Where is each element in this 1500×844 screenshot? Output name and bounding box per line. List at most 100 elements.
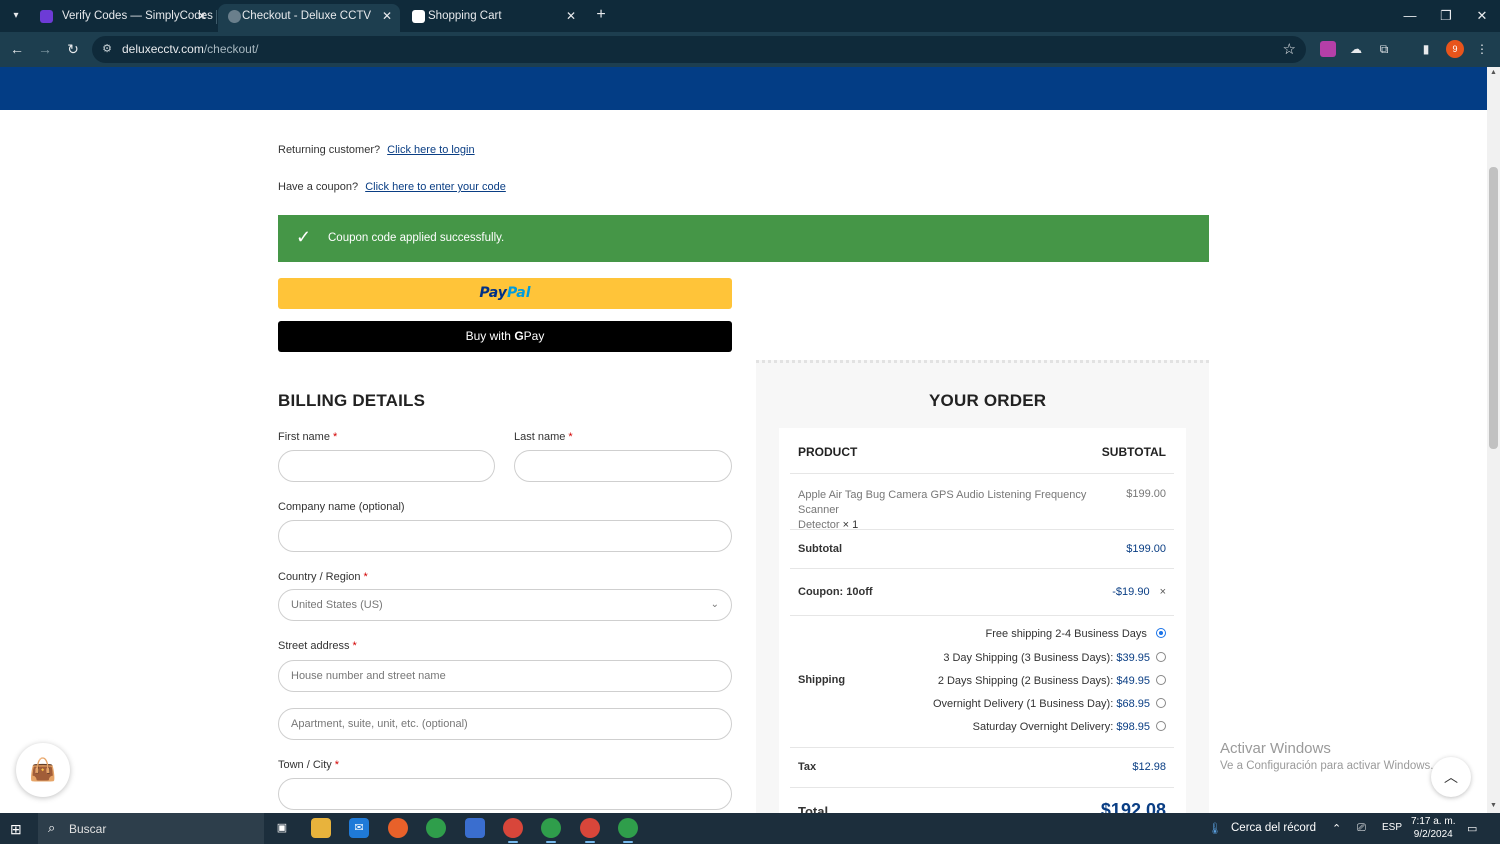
close-window-icon[interactable]: ✕ — [1472, 6, 1492, 26]
extensions-puzzle-icon[interactable]: ⧉ — [1376, 41, 1392, 57]
site-info-icon[interactable]: ⚙ — [100, 42, 114, 56]
close-tab-icon[interactable]: ✕ — [197, 4, 207, 28]
login-link[interactable]: Click here to login — [387, 144, 474, 156]
forward-arrow-icon[interactable]: → — [34, 38, 56, 60]
checkmark-icon: ✓ — [296, 227, 312, 247]
scroll-down-arrow-icon[interactable]: ▼ — [1489, 802, 1498, 809]
watermark-subtitle: Ve a Configuración para activar Windows. — [1220, 760, 1434, 772]
browser-toolbar: ← → ↻ ⚙ deluxecctv.com/checkout/ ☆ ☁ ⧉ ▮… — [0, 32, 1500, 67]
watermark-title: Activar Windows — [1220, 740, 1331, 757]
coupon-success-banner: ✓ Coupon code applied successfully. — [278, 215, 1209, 262]
globe-favicon-icon — [228, 10, 241, 23]
tax-row: Tax $12.98 — [790, 748, 1174, 788]
returning-customer-text: Returning customer? — [278, 144, 381, 156]
page-scrollbar[interactable]: ▲ ▼ — [1487, 67, 1500, 813]
shipping-option-free[interactable]: Free shipping 2-4 Business Days — [986, 628, 1166, 640]
mail-icon[interactable]: ✉ — [349, 818, 369, 838]
town-city-field[interactable] — [278, 778, 732, 810]
chrome-profile-icon[interactable] — [503, 818, 523, 843]
network-icon[interactable]: ⎚ — [1357, 822, 1366, 835]
radio-unselected[interactable] — [1156, 652, 1166, 662]
new-tab-plus-icon[interactable]: + — [592, 6, 610, 24]
url-text: deluxecctv.com/checkout/ — [122, 42, 259, 56]
restore-icon[interactable]: ❐ — [1436, 6, 1456, 26]
shipping-option-saturday[interactable]: Saturday Overnight Delivery: $98.95 — [973, 721, 1166, 733]
total-row: Total $192.08 — [790, 788, 1174, 813]
scroll-to-top-icon[interactable]: ︿ — [1431, 757, 1471, 797]
street-address-field[interactable]: House number and street name — [278, 660, 732, 692]
tab-checkout[interactable]: Checkout - Deluxe CCTV ✕ — [218, 4, 400, 32]
store-icon[interactable] — [465, 818, 485, 838]
tab-search-button[interactable]: ▾ — [6, 6, 26, 26]
back-arrow-icon[interactable]: ← — [6, 38, 28, 60]
profile-avatar[interactable]: 9 — [1446, 40, 1464, 58]
notifications-icon[interactable]: ▭ — [1467, 822, 1477, 835]
product-column-header: PRODUCT — [798, 445, 858, 459]
taskbar-search-text: Buscar — [69, 822, 107, 836]
shipping-option-3day[interactable]: 3 Day Shipping (3 Business Days): $39.95 — [943, 652, 1166, 664]
reload-icon[interactable]: ↻ — [62, 38, 84, 60]
scroll-up-arrow-icon[interactable]: ▲ — [1489, 69, 1498, 76]
thermometer-icon[interactable]: 🌡 — [1208, 822, 1222, 835]
order-table: PRODUCT SUBTOTAL Apple Air Tag Bug Camer… — [779, 428, 1186, 813]
minimize-icon[interactable]: — — [1400, 6, 1420, 26]
extension-icon[interactable] — [1320, 41, 1336, 57]
task-view-icon[interactable]: ▣ — [272, 818, 292, 838]
google-pay-button[interactable]: Buy with GPay — [278, 321, 732, 352]
taskbar-clock[interactable]: 7:17 a. m. 9/2/2024 — [1411, 815, 1455, 841]
first-name-label: First name * — [278, 431, 338, 443]
clock-time: 7:17 a. m. — [1411, 816, 1456, 827]
coupon-success-message: Coupon code applied successfully. — [328, 232, 505, 244]
chrome-profile-icon[interactable] — [580, 818, 600, 843]
subtotal-label: Subtotal — [798, 543, 842, 555]
total-label: Total — [798, 804, 829, 813]
windows-start-icon[interactable]: ⊞ — [10, 821, 22, 838]
language-indicator[interactable]: ESP — [1382, 822, 1402, 833]
firefox-icon[interactable] — [388, 818, 408, 838]
radio-unselected[interactable] — [1156, 698, 1166, 708]
tab-shopping-cart[interactable]: Shopping Cart ✕ — [402, 4, 584, 32]
chrome-profile-icon[interactable] — [618, 818, 638, 843]
town-city-label: Town / City * — [278, 759, 340, 771]
close-tab-icon[interactable]: ✕ — [382, 4, 392, 28]
side-panel-icon[interactable]: ▮ — [1418, 41, 1434, 57]
weather-text[interactable]: Cerca del récord — [1231, 822, 1316, 834]
chrome-icon[interactable] — [426, 818, 446, 838]
shipping-option-2day[interactable]: 2 Days Shipping (2 Business Days): $49.9… — [938, 675, 1166, 687]
tab-title: Verify Codes — SimplyCodes — [62, 10, 213, 22]
company-name-field[interactable] — [278, 520, 732, 552]
browser-tab-bar: ▾ Verify Codes — SimplyCodes ✕ Checkout … — [0, 0, 1500, 32]
shipping-row: Shipping Free shipping 2-4 Business Days… — [790, 616, 1174, 748]
cart-bag-icon[interactable]: 👜 — [16, 743, 70, 797]
radio-unselected[interactable] — [1156, 675, 1166, 685]
tab-separator — [216, 10, 217, 24]
close-tab-icon[interactable]: ✕ — [566, 4, 576, 28]
paypal-logo-pal: Pal — [506, 285, 531, 301]
chevron-down-icon: ⌄ — [710, 599, 719, 610]
apartment-field[interactable]: Apartment, suite, unit, etc. (optional) — [278, 708, 732, 740]
country-select[interactable]: United States (US) ⌄ — [278, 589, 732, 621]
billing-heading: BILLING DETAILS — [278, 391, 426, 410]
paypal-button[interactable]: PayPal — [278, 278, 732, 309]
first-name-field[interactable] — [278, 450, 495, 482]
remove-coupon-icon[interactable]: × — [1160, 586, 1166, 598]
address-bar[interactable]: ⚙ deluxecctv.com/checkout/ ☆ — [92, 36, 1306, 63]
chrome-profile-icon[interactable] — [541, 818, 561, 843]
site-header-bar — [0, 67, 1487, 110]
cloud-extension-icon[interactable]: ☁ — [1348, 41, 1364, 57]
tray-chevron-up-icon[interactable]: ⌃ — [1332, 822, 1341, 835]
menu-kebab-icon[interactable]: ⋮ — [1474, 41, 1490, 57]
last-name-field[interactable] — [514, 450, 732, 482]
bookmark-star-icon[interactable]: ☆ — [1283, 40, 1296, 58]
file-explorer-icon[interactable] — [311, 818, 331, 838]
enter-coupon-link[interactable]: Click here to enter your code — [365, 181, 506, 193]
radio-selected[interactable] — [1156, 628, 1166, 638]
scrollbar-thumb[interactable] — [1489, 167, 1498, 449]
tab-verify-codes[interactable]: Verify Codes — SimplyCodes ✕ — [30, 4, 215, 32]
radio-unselected[interactable] — [1156, 721, 1166, 731]
last-name-label: Last name * — [514, 431, 573, 443]
activate-windows-watermark: Activar Windows Ve a Configuración para … — [1220, 740, 1434, 772]
taskbar-search[interactable]: ⌕ Buscar — [38, 813, 264, 844]
order-heading: YOUR ORDER — [929, 391, 1047, 410]
shipping-option-overnight[interactable]: Overnight Delivery (1 Business Day): $68… — [933, 698, 1166, 710]
